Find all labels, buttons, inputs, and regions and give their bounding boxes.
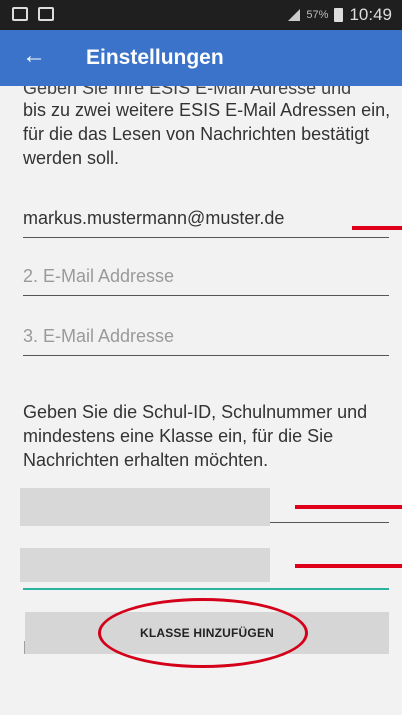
image-icon: [12, 7, 28, 21]
email-field-1-value: markus.mustermann@muster.de: [23, 208, 285, 228]
school-intro-text: Geben Sie die Schul-ID, Schulnummer und …: [23, 402, 368, 470]
annotation-red-line: [295, 564, 402, 568]
redaction-block: [20, 488, 270, 526]
signal-icon: [288, 9, 301, 21]
settings-content[interactable]: Geben Sie Ihre ESIS E-Mail Adresse und b…: [0, 86, 402, 715]
email-field-1[interactable]: markus.mustermann@muster.de: [23, 204, 389, 238]
email-field-2[interactable]: 2. E-Mail Addresse: [23, 262, 389, 296]
page-title: Einstellungen: [86, 46, 224, 69]
annotation-ellipse: [98, 598, 308, 668]
email-intro-text: bis zu zwei weitere ESIS E-Mail Adressen…: [23, 100, 391, 168]
status-bar: 57% 10:49: [0, 0, 402, 30]
email-field-2-placeholder: 2. E-Mail Addresse: [23, 266, 175, 286]
battery-percent: 57%: [306, 9, 329, 21]
annotation-red-line: [352, 226, 402, 230]
back-arrow-icon[interactable]: ←: [22, 44, 46, 68]
redaction-block: [20, 548, 270, 582]
app-bar: ← Einstellungen: [0, 30, 402, 86]
email-field-3-placeholder: 3. E-Mail Addresse: [23, 326, 175, 346]
email-field-3[interactable]: 3. E-Mail Addresse: [23, 322, 389, 356]
annotation-red-line: [295, 505, 402, 509]
battery-icon: [334, 8, 344, 22]
briefcase-icon: [38, 7, 54, 21]
clock: 10:49: [349, 5, 392, 24]
